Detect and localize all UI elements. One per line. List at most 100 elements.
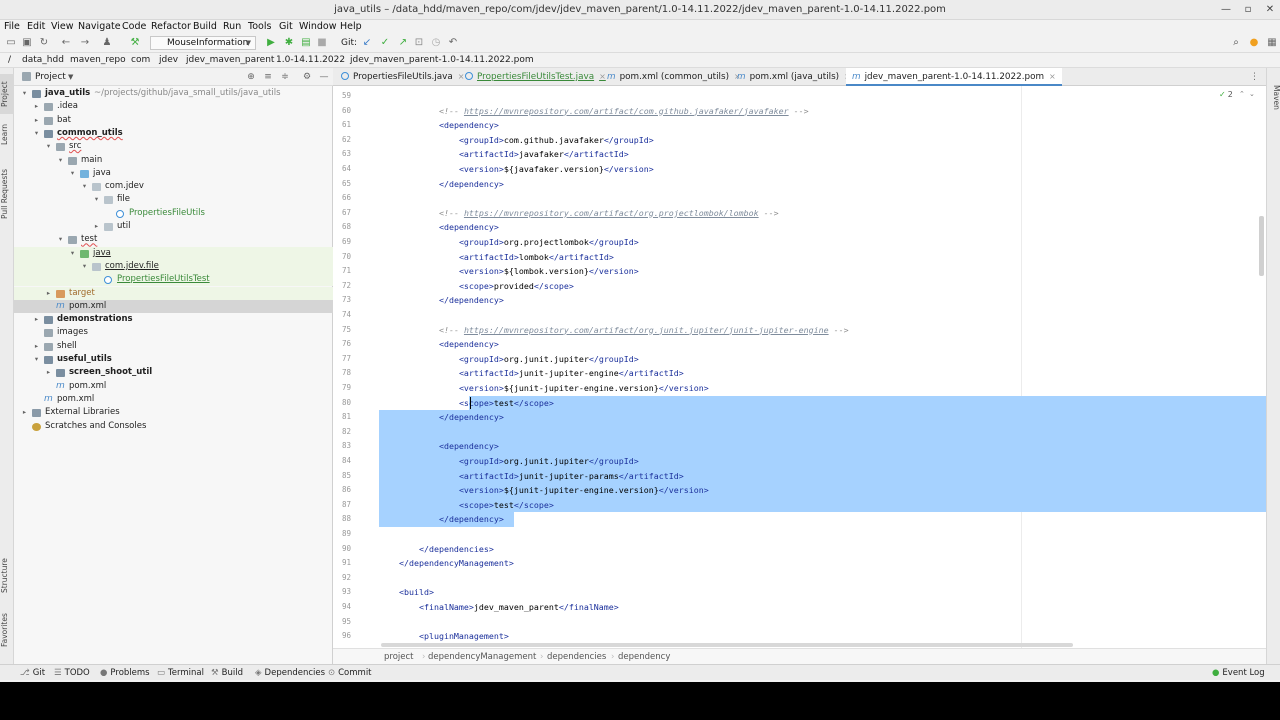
close-icon[interactable]: ×: [599, 72, 606, 81]
tree-item[interactable]: ▸ .idea: [14, 100, 333, 113]
tree-item[interactable]: ▸ target: [14, 286, 333, 300]
close-icon[interactable]: ×: [1049, 72, 1056, 81]
code-line[interactable]: [379, 615, 1266, 630]
tree-item[interactable]: ▸ util: [14, 220, 333, 233]
horizontal-scrollbar[interactable]: [381, 643, 1073, 647]
expand-all-icon[interactable]: ≡: [261, 70, 275, 84]
chevron-down-icon[interactable]: ▾: [32, 127, 41, 140]
close-icon[interactable]: ×: [458, 72, 465, 81]
code-line[interactable]: </dependencies>: [379, 542, 1266, 557]
tree-item[interactable]: ▾ main: [14, 154, 333, 167]
code-line[interactable]: [379, 89, 1266, 104]
run-configuration-select[interactable]: MouseInformation ▼: [150, 36, 256, 50]
code-line[interactable]: <version>${javafaker.version}</version>: [379, 162, 1266, 177]
menu-refactor[interactable]: Refactor: [151, 20, 191, 34]
code-line[interactable]: <scope>test</scope>: [379, 395, 1266, 411]
chevron-down-icon[interactable]: ▾: [80, 260, 89, 273]
code-line[interactable]: <artifactId>junit-jupiter-params</artifa…: [379, 468, 1266, 484]
tree-item[interactable]: m pom.xml: [14, 380, 333, 393]
tree-item[interactable]: m pom.xml: [14, 393, 333, 406]
menu-git[interactable]: Git: [279, 20, 293, 34]
code-line[interactable]: </dependency>: [379, 177, 1266, 192]
chevron-right-icon[interactable]: ▸: [44, 366, 53, 379]
tree-item[interactable]: PropertiesFileUtilsTest: [14, 273, 333, 287]
tree-item[interactable]: ▾ src: [14, 140, 333, 153]
code-line[interactable]: <dependency>: [379, 439, 1266, 454]
code-line[interactable]: <version>${junit-jupiter-engine.version}…: [379, 381, 1266, 396]
code-line[interactable]: [379, 424, 1266, 440]
event-log[interactable]: ● Event Log: [1212, 665, 1265, 681]
tab-pom-common-utils[interactable]: m pom.xml (common_utils) ×: [607, 68, 741, 86]
code-line[interactable]: <scope>provided</scope>: [379, 279, 1266, 294]
code-line[interactable]: <build>: [379, 585, 1266, 600]
code-editor[interactable]: 59 60 <!-- https://mvnrepository.com/arti…: [333, 86, 1266, 648]
tool-dependencies[interactable]: ◈ Dependencies: [255, 665, 325, 681]
code-line[interactable]: <finalName>jdev_maven_parent</finalName>: [379, 600, 1266, 615]
tree-item[interactable]: m pom.xml: [14, 299, 333, 314]
git-update-icon[interactable]: ↙: [360, 36, 374, 50]
chevron-down-icon[interactable]: ▾: [32, 353, 41, 366]
tab-list-icon[interactable]: ⋮: [1250, 68, 1259, 86]
search-icon[interactable]: ⌕: [1229, 36, 1243, 50]
chevron-down-icon[interactable]: ▾: [68, 167, 77, 180]
breadcrumb-root[interactable]: /: [8, 53, 11, 68]
tree-item[interactable]: images: [14, 326, 333, 339]
tool-tab-learn[interactable]: Learn: [0, 120, 14, 150]
chevron-down-icon[interactable]: ▾: [56, 154, 65, 167]
tab-properties-file-utils-test[interactable]: PropertiesFileUtilsTest.java ×: [465, 68, 606, 86]
tab-jdev-maven-parent-pom[interactable]: m jdev_maven_parent-1.0-14.11.2022.pom ×: [846, 68, 1062, 86]
tool-git[interactable]: ⎇ Git: [20, 665, 45, 681]
xml-breadcrumb-item[interactable]: dependencies: [547, 649, 606, 665]
code-line[interactable]: <dependency>: [379, 118, 1266, 133]
chevron-down-icon[interactable]: ▾: [92, 193, 101, 206]
tool-tab-project[interactable]: Project: [0, 74, 14, 114]
code-line[interactable]: <artifactId>lombok</artifactId>: [379, 250, 1266, 265]
open-folder-icon[interactable]: ▭: [4, 36, 18, 50]
code-line[interactable]: <artifactId>javafaker</artifactId>: [379, 147, 1266, 162]
code-line[interactable]: [379, 527, 1266, 542]
tool-tab-pull-requests[interactable]: Pull Requests: [0, 164, 14, 224]
xml-breadcrumb-item[interactable]: dependency: [618, 649, 670, 665]
tree-item[interactable]: ▸ demonstrations: [14, 313, 333, 326]
tool-tab-favorites[interactable]: Favorites: [0, 610, 14, 650]
breadcrumb-current-file[interactable]: jdev_maven_parent-1.0-14.11.2022.pom: [350, 53, 534, 68]
code-line[interactable]: <!-- https://mvnrepository.com/artifact/…: [379, 104, 1266, 119]
breadcrumb-item[interactable]: com: [131, 53, 150, 68]
code-line[interactable]: <dependency>: [379, 220, 1266, 235]
tab-pom-java-utils[interactable]: mpom.xml (java_utils)×: [737, 68, 851, 86]
code-line[interactable]: </dependencyManagement>: [379, 556, 1266, 571]
tab-properties-file-utils[interactable]: PropertiesFileUtils.java ×: [341, 68, 464, 86]
git-commit-icon[interactable]: ✓: [378, 36, 392, 50]
tree-item[interactable]: ▾ java: [14, 246, 333, 260]
vertical-scrollbar[interactable]: [1259, 216, 1264, 276]
collapse-all-icon[interactable]: ≑: [278, 70, 292, 84]
chevron-down-icon[interactable]: ▾: [56, 233, 65, 246]
project-panel-title[interactable]: Project: [35, 68, 66, 86]
close-window-button[interactable]: ✕: [1260, 0, 1280, 20]
breadcrumb-item[interactable]: jdev: [159, 53, 178, 68]
hide-panel-icon[interactable]: —: [317, 70, 331, 84]
breadcrumb-item[interactable]: 1.0-14.11.2022: [276, 53, 345, 68]
tree-item[interactable]: ▸ screen_shoot_util: [14, 366, 333, 379]
breadcrumb-item[interactable]: data_hdd: [22, 53, 64, 68]
menu-edit[interactable]: Edit: [27, 20, 45, 34]
stop-icon[interactable]: ■: [315, 36, 329, 50]
xml-breadcrumb-item[interactable]: project: [384, 649, 414, 665]
code-line[interactable]: [379, 571, 1266, 586]
tool-tab-maven[interactable]: Maven: [1267, 82, 1280, 112]
tool-commit[interactable]: ⊙ Commit: [328, 665, 372, 681]
save-icon[interactable]: ▣: [20, 36, 34, 50]
menu-code[interactable]: Code: [122, 20, 146, 34]
chevron-down-icon[interactable]: ▾: [80, 180, 89, 193]
code-line[interactable]: <groupId>org.projectlombok</groupId>: [379, 235, 1266, 250]
chevron-up-icon[interactable]: ⌃: [1239, 90, 1245, 98]
gear-icon[interactable]: ⚙: [300, 70, 314, 84]
code-line[interactable]: </dependency>: [379, 512, 1266, 527]
tree-item[interactable]: PropertiesFileUtils: [14, 207, 333, 220]
menu-view[interactable]: View: [51, 20, 74, 34]
breadcrumb-item[interactable]: jdev_maven_parent: [186, 53, 274, 68]
menu-build[interactable]: Build: [193, 20, 217, 34]
tree-item[interactable]: ▾ com.jdev: [14, 180, 333, 193]
chevron-right-icon[interactable]: ▸: [20, 406, 29, 419]
tree-item[interactable]: ▸ bat: [14, 114, 333, 127]
